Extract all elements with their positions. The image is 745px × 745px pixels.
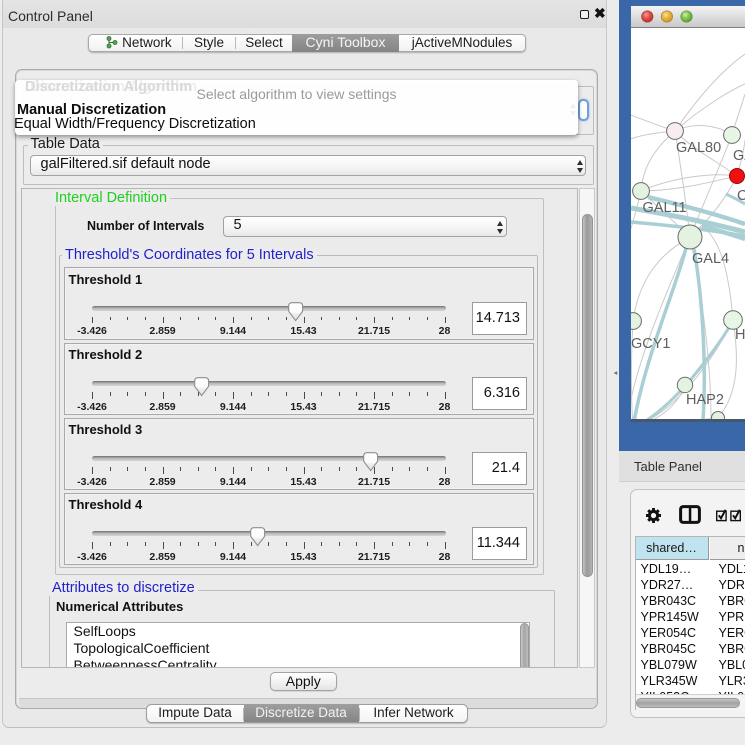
- svg-text:GAL11: GAL11: [643, 200, 687, 216]
- svg-text:GA: GA: [733, 148, 745, 164]
- svg-text:GAL4: GAL4: [692, 251, 729, 267]
- svg-text:HAP2: HAP2: [686, 392, 724, 408]
- svg-text:GAL80: GAL80: [676, 140, 721, 156]
- svg-text:GCY1: GCY1: [631, 336, 671, 352]
- svg-text:H: H: [735, 327, 745, 343]
- svg-text:C: C: [737, 188, 745, 204]
